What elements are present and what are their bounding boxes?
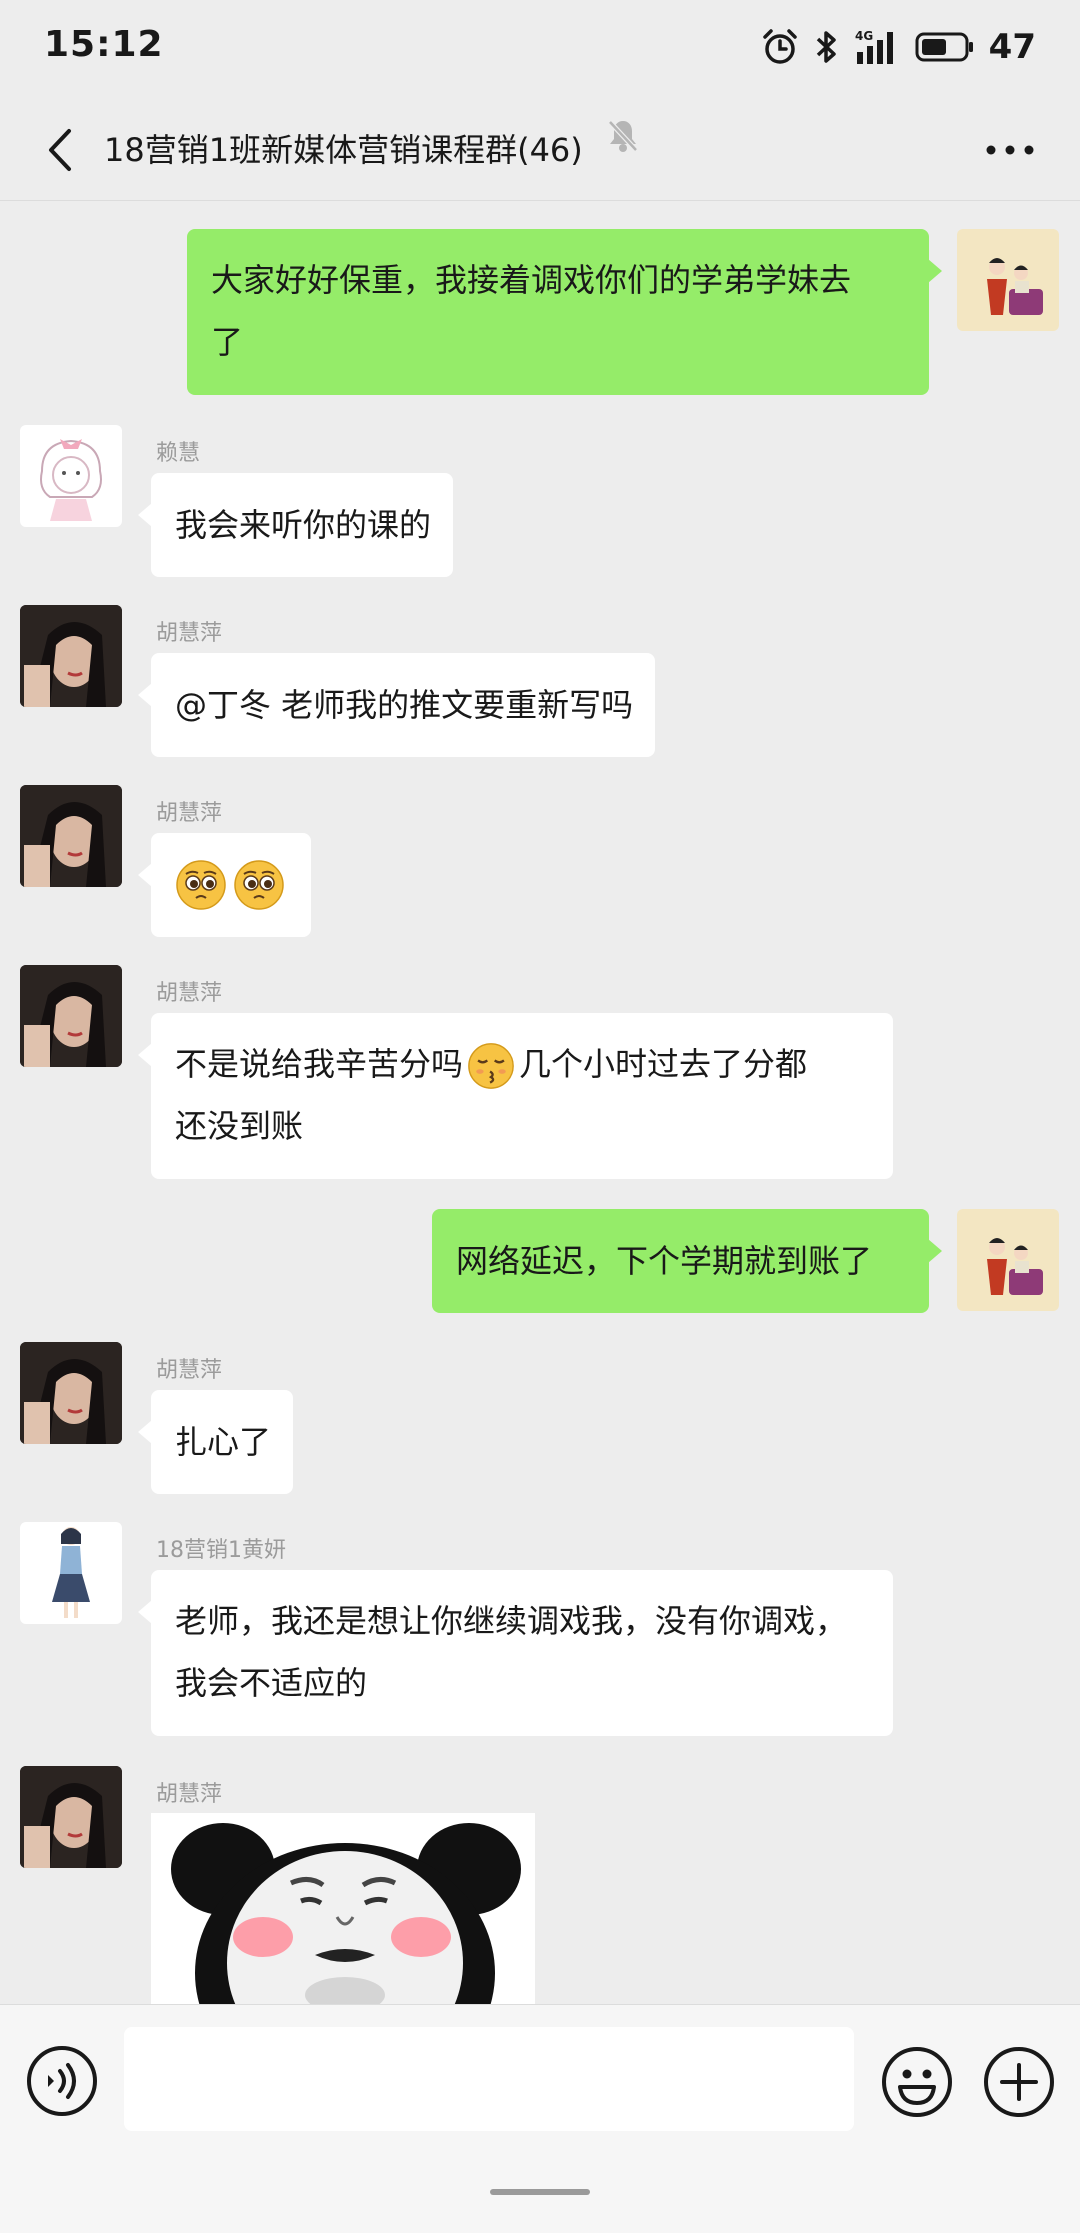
message-text: 老师，我还是想让你继续调戏我，没有你调戏， xyxy=(175,1602,848,1640)
sender-name: 胡慧萍 xyxy=(156,801,223,826)
signal-icon: 4G xyxy=(855,29,893,64)
bluetooth-icon xyxy=(816,31,836,63)
sender-avatar[interactable] xyxy=(20,1342,122,1444)
my-avatar[interactable] xyxy=(957,229,1059,331)
cartoon-girl-icon xyxy=(40,439,102,521)
sender-name: 赖慧 xyxy=(156,441,201,466)
message-input[interactable] xyxy=(124,2027,854,2131)
battery-level: 47 xyxy=(988,27,1036,67)
message-bubble[interactable]: 扎心了 xyxy=(137,1390,294,1494)
message-bubble[interactable]: @丁冬 老师我的推文要重新写吗 xyxy=(137,653,656,757)
portrait-photo-icon xyxy=(20,965,122,1067)
portrait-photo-icon xyxy=(20,1342,122,1444)
sender-name: 18营销1黄妍 xyxy=(156,1538,286,1563)
sticker-image[interactable] xyxy=(151,1813,535,2004)
message-bubble[interactable]: 网络延迟，下个学期就到账了 xyxy=(432,1209,942,1313)
more-functions-button[interactable] xyxy=(982,2045,1056,2119)
kissing-face-emoji-icon xyxy=(468,1043,514,1089)
message-text: 还没到账 xyxy=(175,1107,304,1145)
message-bubble[interactable]: 老师，我还是想让你继续调戏我，没有你调戏， 我会不适应的 xyxy=(138,1570,893,1736)
plus-circle-icon xyxy=(984,2047,1054,2117)
message-text: 不是说给我辛苦分吗 xyxy=(175,1045,464,1083)
home-indicator[interactable] xyxy=(490,2189,590,2195)
message-bubble[interactable]: 不是说给我辛苦分吗 几个小时过去了分都 还没到账 xyxy=(138,1013,893,1179)
chat-header: 18营销1班新媒体营销课程群(46) xyxy=(0,100,1080,201)
sender-name: 胡慧萍 xyxy=(156,1782,223,1807)
sender-name: 胡慧萍 xyxy=(156,981,223,1006)
sender-avatar[interactable] xyxy=(20,1766,122,1868)
message-text-line: 不是说给我辛苦分吗 几个小时过去了分都 xyxy=(175,1033,871,1095)
message-text: 了 xyxy=(211,323,244,361)
chat-title: 18营销1班新媒体营销课程群(46) xyxy=(104,131,583,169)
sender-avatar[interactable] xyxy=(20,425,122,527)
portrait-photo-icon xyxy=(20,785,122,887)
battery-icon xyxy=(915,32,973,62)
message-text: 我会不适应的 xyxy=(175,1664,368,1702)
mute-bell-icon xyxy=(608,120,638,152)
back-button[interactable] xyxy=(30,120,90,180)
status-icons: 4G 47 xyxy=(761,22,1036,72)
couple-cartoon-icon xyxy=(987,1238,1043,1295)
sender-name: 胡慧萍 xyxy=(156,621,223,646)
message-text: 大家好好保重，我接着调戏你们的学弟学妹去 xyxy=(211,261,852,299)
message-text: 几个小时过去了分都 xyxy=(519,1045,808,1083)
sender-avatar[interactable] xyxy=(20,785,122,887)
more-dots-icon xyxy=(986,145,1034,155)
sender-avatar[interactable] xyxy=(20,965,122,1067)
alarm-icon xyxy=(762,29,797,64)
smiley-icon xyxy=(882,2047,952,2117)
portrait-photo-icon xyxy=(20,605,122,707)
sender-name: 胡慧萍 xyxy=(156,1358,223,1383)
back-arrow-icon xyxy=(49,129,71,171)
portrait-photo-icon xyxy=(20,1766,122,1868)
voice-icon xyxy=(27,2046,97,2116)
voice-input-button[interactable] xyxy=(26,2045,98,2117)
message-bubble[interactable]: 大家好好保重，我接着调戏你们的学弟学妹去 了 xyxy=(187,229,942,395)
anime-schoolgirl-icon xyxy=(52,1527,90,1618)
svg-text:4G: 4G xyxy=(855,29,873,43)
my-avatar[interactable] xyxy=(957,1209,1059,1311)
sender-avatar[interactable] xyxy=(20,1522,122,1624)
pleading-face-emoji-icon xyxy=(176,860,226,910)
input-bar xyxy=(0,2004,1080,2233)
message-bubble[interactable] xyxy=(138,833,311,937)
more-options-button[interactable] xyxy=(970,120,1050,180)
chat-message-list[interactable]: 大家好好保重，我接着调戏你们的学弟学妹去 了 赖慧 我会来听你的课的 胡慧萍 @… xyxy=(0,201,1080,2004)
emoji-button[interactable] xyxy=(880,2045,954,2119)
status-time: 15:12 xyxy=(44,24,164,65)
pleading-face-emoji-icon xyxy=(234,860,284,910)
couple-cartoon-icon xyxy=(987,258,1043,315)
status-bar: 15:12 4G 47 xyxy=(0,0,1080,100)
message-bubble[interactable]: 我会来听你的课的 xyxy=(137,473,454,577)
sender-avatar[interactable] xyxy=(20,605,122,707)
panda-meme-sticker-icon xyxy=(151,1813,535,2004)
